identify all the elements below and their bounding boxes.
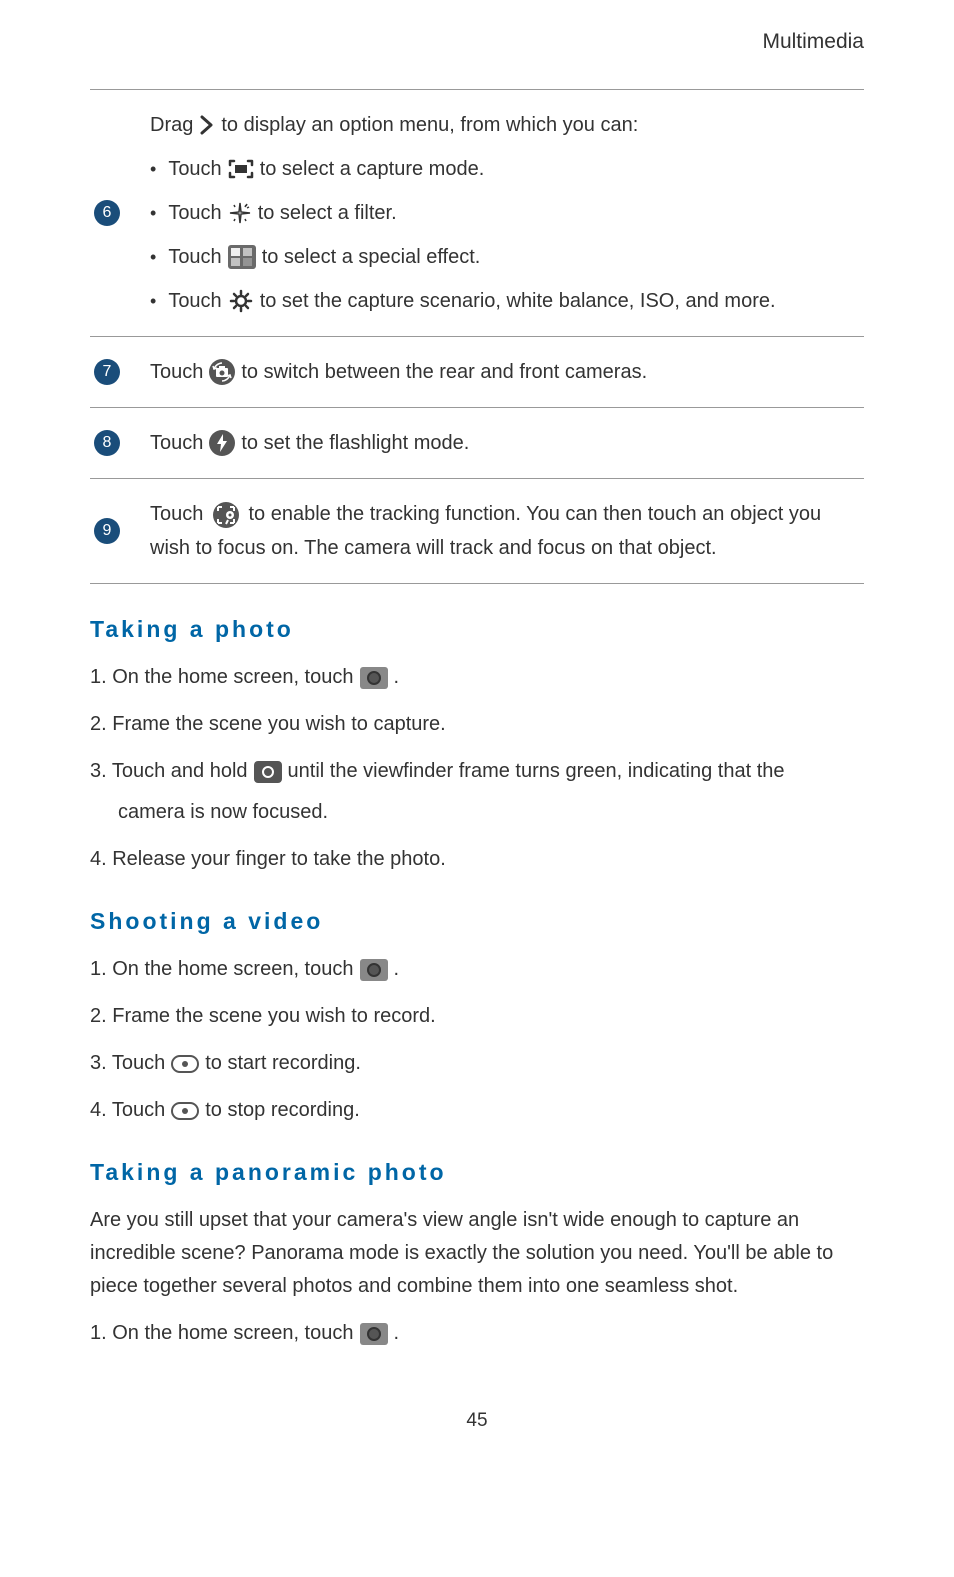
shutter-icon (254, 761, 282, 783)
photo-step-1: 1. On the home screen, touch . (90, 661, 864, 694)
text: to enable the tracking function. You can… (150, 503, 821, 559)
text: Touch (168, 240, 221, 274)
text: to set the flashlight mode. (241, 426, 469, 460)
text: 3. Touch (90, 1047, 165, 1080)
badge-8: 8 (94, 430, 120, 456)
panoramic-step-1: 1. On the home screen, touch . (90, 1317, 864, 1350)
row9-line: Touch to enable the tracking function. Y… (150, 497, 854, 565)
text: to display an option menu, from which yo… (221, 108, 638, 142)
text: 1. On the home screen, touch (90, 1317, 354, 1350)
record-icon (171, 1102, 199, 1120)
video-step-1: 1. On the home screen, touch . (90, 953, 864, 986)
tracking-icon (213, 502, 239, 528)
switch-camera-icon (209, 359, 235, 385)
text: to set the capture scenario, white balan… (260, 284, 776, 318)
text: 2. Frame the scene you wish to record. (90, 1000, 436, 1033)
text: to select a capture mode. (260, 152, 485, 186)
text: . (394, 1317, 400, 1350)
text: Touch (168, 284, 221, 318)
text: Touch (150, 355, 203, 389)
record-icon (171, 1055, 199, 1073)
video-step-2: 2. Frame the scene you wish to record. (90, 1000, 864, 1033)
text: 4. Release your finger to take the photo… (90, 843, 446, 876)
badge-6: 6 (94, 200, 120, 226)
text: 1. On the home screen, touch (90, 661, 354, 694)
text: . (394, 953, 400, 986)
text: Touch (150, 503, 203, 525)
text: Touch (168, 152, 221, 186)
video-step-3: 3. Touch to start recording. (90, 1047, 864, 1080)
camera-app-icon (360, 667, 388, 689)
row6-scenario-line: Touch to set the capture scenario, white… (150, 284, 854, 318)
text: 2. Frame the scene you wish to capture. (90, 708, 446, 741)
table-row-9: 9 Touch to enable the tracking function.… (90, 479, 864, 583)
photo-step-4: 4. Release your finger to take the photo… (90, 843, 864, 876)
heading-panoramic: Taking a panoramic photo (90, 1159, 864, 1186)
text: Touch (168, 196, 221, 230)
section-category: Multimedia (90, 30, 864, 54)
video-step-4: 4. Touch to stop recording. (90, 1094, 864, 1127)
row6-capture-line: Touch to select a capture mode. (150, 152, 854, 186)
divider (90, 583, 864, 584)
row6-filter-line: Touch to select a filter. (150, 196, 854, 230)
text: until the viewfinder frame turns green, … (288, 755, 785, 788)
heading-taking-photo: Taking a photo (90, 616, 864, 643)
row6-effect-line: Touch to select a special effect. (150, 240, 854, 274)
badge-7: 7 (94, 359, 120, 385)
badge-9: 9 (94, 518, 120, 544)
gear-icon (228, 288, 254, 314)
text: Drag (150, 108, 193, 142)
text: to start recording. (205, 1047, 361, 1080)
text: 3. Touch and hold (90, 755, 248, 788)
photo-step-3: 3. Touch and hold until the viewfinder f… (90, 755, 864, 829)
table-row-6: 6 Drag to display an option menu, from w… (90, 90, 864, 336)
filter-icon (228, 201, 252, 225)
text: to select a special effect. (262, 240, 481, 274)
camera-app-icon (360, 959, 388, 981)
camera-app-icon (360, 1323, 388, 1345)
special-effect-icon (228, 245, 256, 269)
text: to select a filter. (258, 196, 397, 230)
row8-line: Touch to set the flashlight mode. (150, 426, 854, 460)
photo-step-2: 2. Frame the scene you wish to capture. (90, 708, 864, 741)
text: camera is now focused. (90, 796, 864, 829)
text: . (394, 661, 400, 694)
text: Touch (150, 426, 203, 460)
flash-icon (209, 430, 235, 456)
text: 1. On the home screen, touch (90, 953, 354, 986)
heading-shooting-video: Shooting a video (90, 908, 864, 935)
text: to switch between the rear and front cam… (241, 355, 647, 389)
text: to stop recording. (205, 1094, 360, 1127)
panoramic-intro: Are you still upset that your camera's v… (90, 1204, 864, 1303)
table-row-8: 8 Touch to set the flashlight mode. (90, 408, 864, 478)
capture-mode-icon (228, 159, 254, 179)
page-number: 45 (90, 1410, 864, 1432)
chevron-right-icon (199, 115, 215, 135)
table-row-7: 7 Touch to switch between the rear and f… (90, 337, 864, 407)
row6-drag-line: Drag to display an option menu, from whi… (150, 108, 854, 142)
row7-line: Touch to switch between the rear and fro… (150, 355, 854, 389)
text: 4. Touch (90, 1094, 165, 1127)
